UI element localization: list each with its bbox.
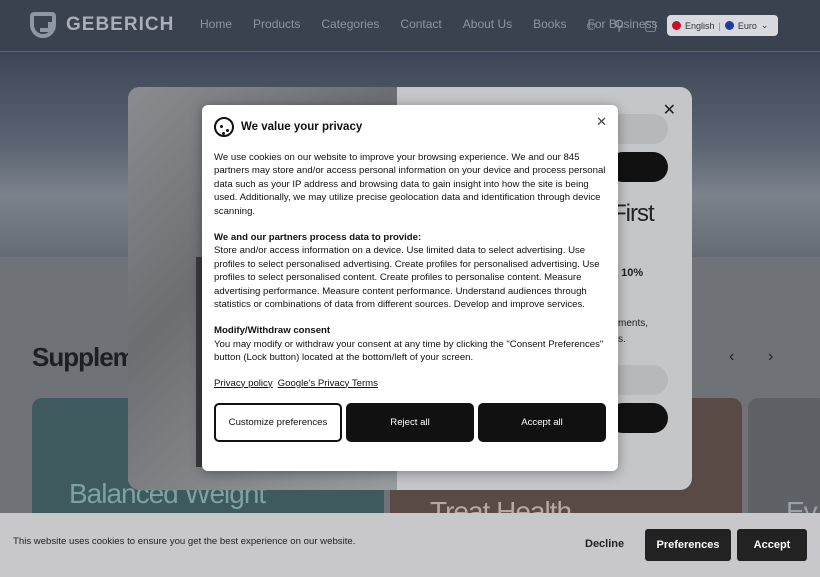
cookie-bar-text: This website uses cookies to ensure you … [13, 536, 356, 547]
modify-text: You may modify or withdraw your consent … [214, 338, 604, 364]
dialog-body: We use cookies on our website to improve… [214, 151, 606, 443]
nav-home[interactable]: Home [200, 17, 232, 31]
chevron-down-icon: ⌄ [760, 20, 769, 30]
preferences-button[interactable]: Preferences [645, 529, 731, 561]
logo-text: GEBERICH [66, 14, 175, 35]
privacy-policy-link[interactable]: Privacy policy [214, 377, 273, 390]
uk-flag-icon [672, 21, 681, 30]
locale-selector[interactable]: English | Euro ⌄ [667, 15, 778, 36]
currency-label: Euro [737, 20, 757, 31]
cookie-consent-dialog: We value your privacy ✕ We use cookies o… [202, 105, 618, 471]
nav-books[interactable]: Books [533, 17, 566, 31]
cookie-icon [214, 117, 234, 137]
logo-icon [30, 12, 56, 38]
site-header: GEBERICH Home Products Categories Contac… [0, 0, 820, 52]
nav-about-us[interactable]: About Us [463, 17, 512, 31]
intro-text: We use cookies on our website to improve… [214, 152, 606, 217]
nav-contact[interactable]: Contact [400, 17, 441, 31]
process-heading: We and our partners process data to prov… [214, 232, 422, 244]
eu-flag-icon [724, 21, 734, 30]
dialog-title: We value your privacy [241, 121, 363, 133]
site-logo[interactable]: GEBERICH [30, 12, 174, 38]
newsletter-close-icon[interactable]: ✕ [663, 100, 676, 120]
cookie-bar: This website uses cookies to ensure you … [0, 513, 820, 577]
cart-icon[interactable]: ▢ [644, 17, 657, 34]
dialog-buttons: Customize preferences Reject all Accept … [214, 403, 606, 443]
carousel-prev-icon[interactable]: ‹ [729, 348, 734, 366]
nav-products[interactable]: Products [253, 17, 300, 31]
close-icon[interactable]: ✕ [596, 114, 607, 130]
policy-links: Privacy policy Google's Privacy Terms [214, 377, 606, 390]
decline-button[interactable]: Decline [585, 538, 624, 550]
google-privacy-link[interactable]: Google's Privacy Terms [278, 377, 378, 390]
account-icon[interactable]: ☺ [584, 17, 598, 33]
newsletter-heading: First [612, 200, 655, 227]
customize-preferences-button[interactable]: Customize preferences [214, 403, 342, 443]
carousel-next-icon[interactable]: › [768, 348, 773, 366]
dialog-header: We value your privacy [214, 117, 606, 137]
modify-heading: Modify/Withdraw consent [214, 325, 331, 337]
language-label: English [685, 20, 715, 31]
nav-categories[interactable]: Categories [321, 17, 379, 31]
reject-all-button[interactable]: Reject all [346, 403, 474, 443]
newsletter-text-2: s. [618, 334, 626, 345]
accept-all-button[interactable]: Accept all [478, 403, 606, 443]
process-text: Store and/or access information on a dev… [214, 245, 600, 311]
newsletter-text-1: ments, [618, 318, 649, 329]
process-section: We and our partners process data to prov… [214, 231, 606, 311]
modify-section: Modify/Withdraw consent You may modify or… [214, 324, 606, 364]
product-card-partial[interactable]: Ev [748, 398, 820, 528]
accept-button[interactable]: Accept [737, 529, 807, 561]
locale-divider: | [718, 20, 721, 31]
search-icon[interactable]: ⚲ [614, 17, 624, 34]
